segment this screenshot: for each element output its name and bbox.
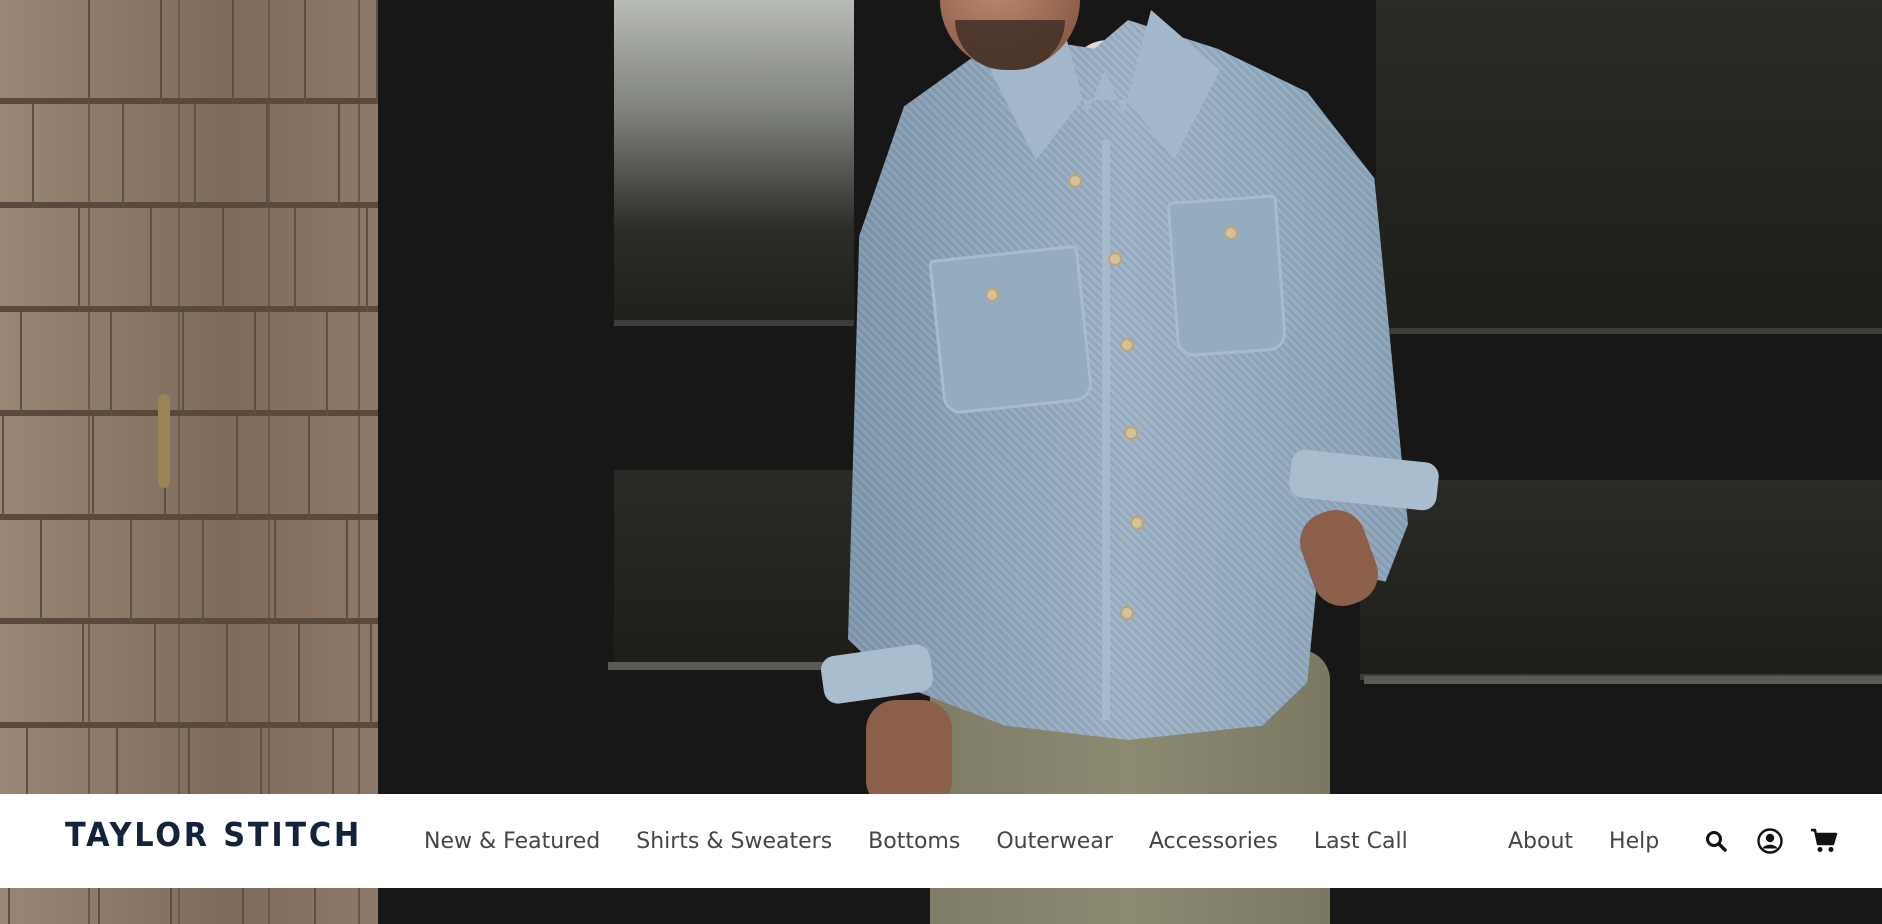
main-navbar: TAYLOR STITCH New & Featured Shirts & Sw… (0, 794, 1882, 888)
hero-image (0, 0, 1882, 924)
nav-item-accessories[interactable]: Accessories (1149, 829, 1278, 854)
brand-logo[interactable]: TAYLOR STITCH (65, 815, 362, 854)
nav-item-new-featured[interactable]: New & Featured (424, 829, 600, 854)
nav-item-last-call[interactable]: Last Call (1314, 829, 1408, 854)
door-window (1376, 0, 1882, 334)
shirt-pocket (928, 244, 1094, 416)
search-icon[interactable] (1701, 826, 1731, 856)
door-handle (158, 394, 170, 488)
utility-nav: About Help (1508, 794, 1695, 888)
nav-item-outerwear[interactable]: Outerwear (996, 829, 1113, 854)
door-panel (1360, 480, 1882, 680)
shirt-pocket (1166, 194, 1288, 358)
cart-icon[interactable] (1809, 826, 1839, 856)
nav-item-help[interactable]: Help (1609, 829, 1659, 854)
door-panel (614, 470, 854, 670)
account-icon[interactable] (1755, 826, 1785, 856)
wood-shingle-wall (0, 0, 378, 924)
nav-item-about[interactable]: About (1508, 829, 1573, 854)
nav-item-shirts-sweaters[interactable]: Shirts & Sweaters (636, 829, 832, 854)
door-window (614, 0, 854, 326)
primary-nav: New & Featured Shirts & Sweaters Bottoms… (424, 794, 1444, 888)
nav-item-bottoms[interactable]: Bottoms (868, 829, 960, 854)
